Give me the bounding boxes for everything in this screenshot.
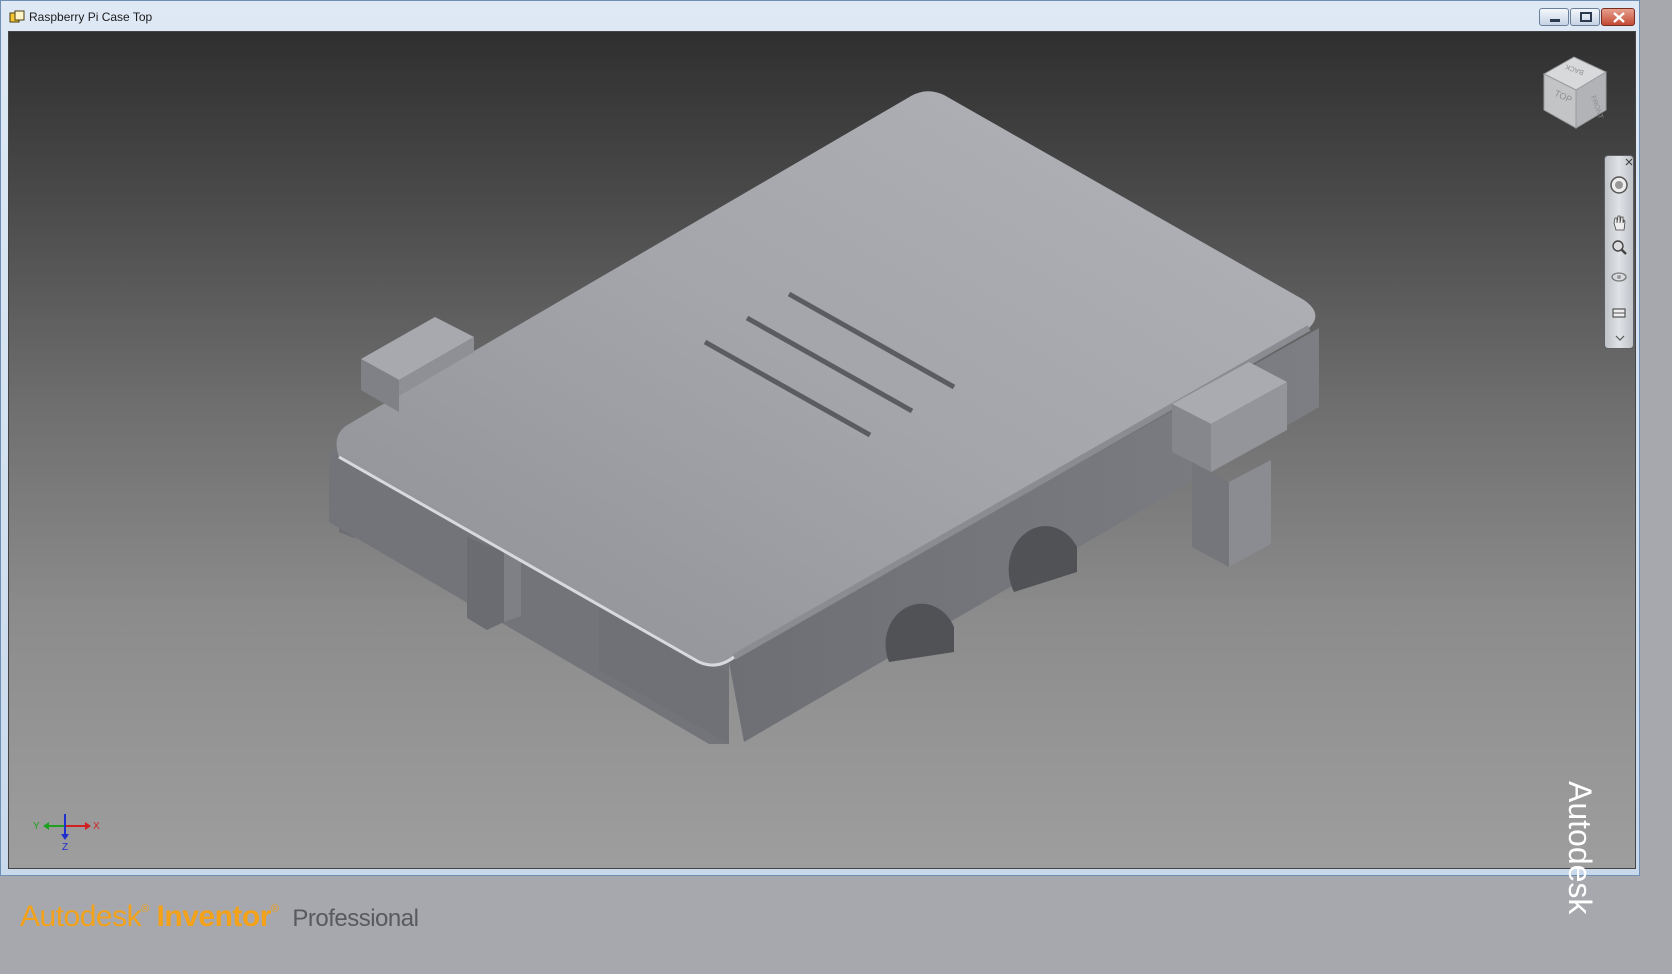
restore-icon	[1580, 12, 1592, 22]
pan-icon[interactable]	[1610, 214, 1628, 232]
vendor-mark-text: Autodesk	[1562, 781, 1598, 915]
orbit-icon[interactable]	[1610, 268, 1628, 286]
coordinate-triad: X Y Z	[33, 814, 100, 850]
product-logo: Autodesk® Inventor® Professional	[20, 900, 419, 933]
product-name: Inventor	[156, 900, 272, 933]
navigation-bar	[1604, 155, 1634, 349]
restore-button[interactable]	[1570, 8, 1600, 26]
x-axis-label: X	[93, 821, 100, 832]
chevron-down-icon[interactable]	[1615, 334, 1625, 342]
window-right-margin	[1640, 0, 1672, 876]
window-title: Raspberry Pi Case Top	[29, 10, 153, 24]
zoom-icon[interactable]	[1610, 238, 1628, 256]
graphics-viewport[interactable]: TOP FRONT BACK X Y Z	[8, 31, 1636, 869]
inventor-part-icon	[9, 10, 25, 23]
product-edition: Professional	[292, 905, 419, 932]
right-leg	[1192, 462, 1229, 567]
close-button[interactable]	[1601, 8, 1635, 26]
close-icon	[1613, 12, 1625, 23]
document-window: Raspberry Pi Case Top TOP FRONT BACK X Y…	[0, 0, 1640, 876]
close-icon[interactable]	[1625, 158, 1633, 166]
steering-wheel-icon[interactable]	[1610, 176, 1628, 194]
case-top-model[interactable]	[9, 32, 1636, 869]
right-leg-face	[1229, 460, 1271, 567]
minimize-button[interactable]	[1539, 8, 1569, 26]
company-name: Autodesk	[20, 900, 142, 933]
z-axis-label: Z	[62, 842, 68, 850]
minimize-icon	[1550, 19, 1560, 22]
look-at-icon[interactable]	[1610, 304, 1628, 322]
title-bar[interactable]: Raspberry Pi Case Top	[1, 1, 1639, 31]
viewcube[interactable]: TOP FRONT BACK	[1534, 52, 1614, 132]
left-front-leg	[467, 537, 504, 630]
y-axis-label: Y	[33, 821, 40, 832]
